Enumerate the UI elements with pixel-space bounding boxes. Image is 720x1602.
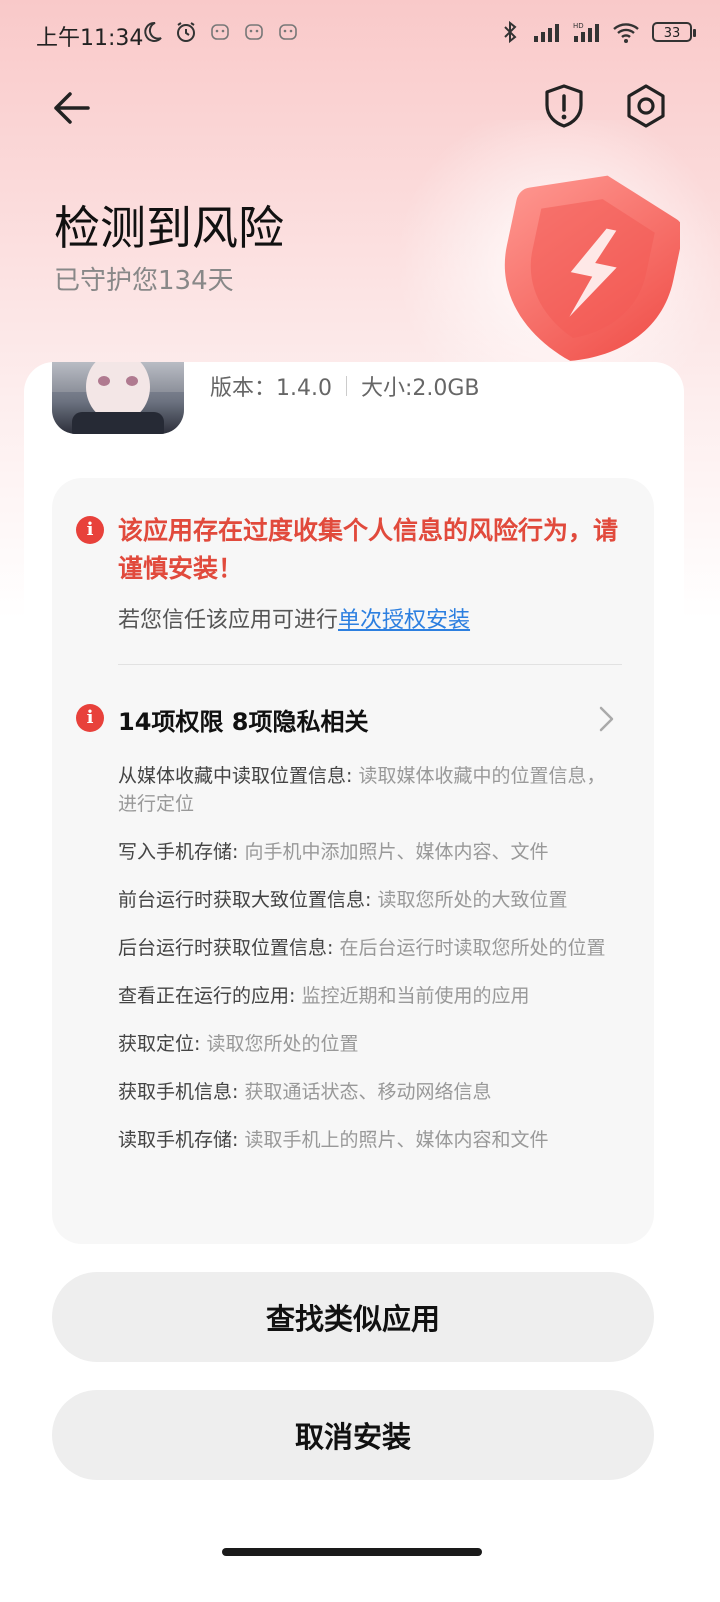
permission-item: 获取定位: 读取您所处的位置 [118,1033,359,1055]
permission-item: 从媒体收藏中读取位置信息: 读取媒体收藏中的位置信息，进行定位 [118,765,606,815]
back-arrow-icon[interactable] [48,84,96,132]
permission-list: 从媒体收藏中读取位置信息: 读取媒体收藏中的位置信息，进行定位 写入手机存储: … [118,762,610,1174]
moon-icon [144,21,162,42]
app-icon [52,362,184,434]
protection-days: 已守护您134天 [54,266,234,296]
app-size: 大小:2.0GB [360,376,480,401]
warning-icon: i [76,516,104,544]
alarm-icon [177,22,195,42]
trust-prefix: 若您信任该应用可进行 [118,608,339,633]
warning-icon: i [76,704,104,732]
risk-warning: 该应用存在过度收集个人信息的风险行为，请谨慎安装！ [118,516,619,583]
page-title: 检测到风险 [54,201,284,255]
status-bar: 上午11:34 HD 33 [0,0,720,64]
permissions-summary[interactable]: 14项权限 8项隐私相关 [118,702,368,737]
app-meta: 版本：1.4.0 大小:2.0GB [210,370,480,402]
permission-item: 获取手机信息: 获取通话状态、移动网络信息 [118,1081,492,1103]
signal-icon [534,24,559,42]
notification-icon [279,24,297,40]
find-similar-apps-button[interactable]: 查找类似应用 [52,1272,654,1362]
hd-signal-icon: HD [573,22,599,42]
permission-item: 写入手机存储: 向手机中添加照片、媒体内容、文件 [118,841,549,863]
svg-text:HD: HD [573,22,584,30]
single-authorize-install-link[interactable]: 单次授权安装 [338,608,470,633]
risk-shield-illustration-icon [504,175,680,361]
divider [118,664,622,665]
status-time: 上午11:34 [36,26,144,51]
meta-divider [345,376,347,396]
chevron-right-icon[interactable] [594,704,618,734]
permission-item: 查看正在运行的应用: 监控近期和当前使用的应用 [118,985,530,1007]
notification-icon [245,24,263,40]
shield-alert-icon[interactable] [542,82,586,130]
app-version: 版本：1.4.0 [210,376,332,401]
permission-item: 前台运行时获取大致位置信息: 读取您所处的大致位置 [118,889,568,911]
wifi-icon [613,23,639,43]
trust-install-line: 若您信任该应用可进行单次授权安装 [118,602,470,634]
notification-icon [211,24,229,40]
status-left-icons [140,20,300,44]
cancel-install-button[interactable]: 取消安装 [52,1390,654,1480]
bluetooth-icon [504,20,517,44]
home-indicator[interactable] [222,1548,482,1556]
status-right-icons: HD 33 [498,20,696,44]
permission-item: 读取手机存储: 读取手机上的照片、媒体内容和文件 [118,1129,549,1151]
settings-gear-icon[interactable] [622,82,670,130]
battery-icon: 33 [652,22,696,42]
permission-item: 后台运行时获取位置信息: 在后台运行时读取您所处的位置 [118,937,606,959]
